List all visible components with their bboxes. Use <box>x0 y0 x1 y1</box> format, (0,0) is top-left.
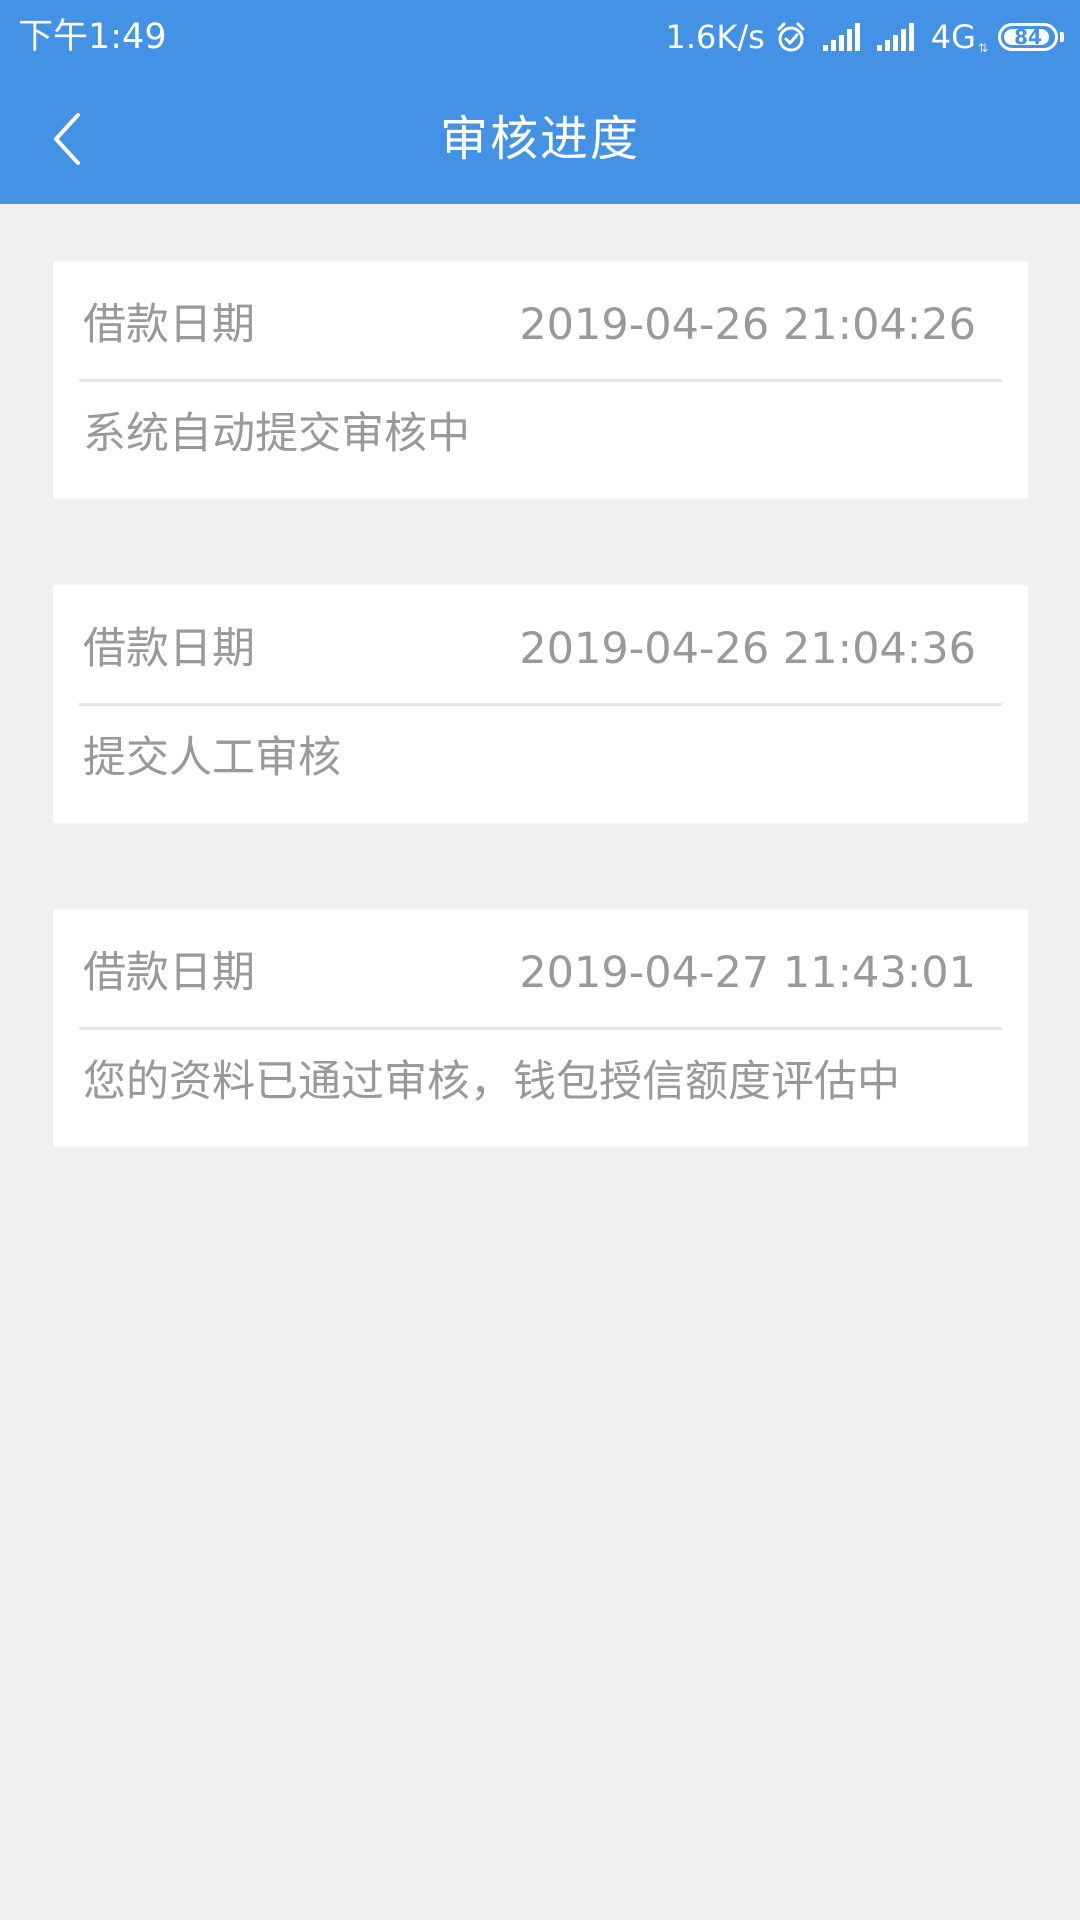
battery-tip <box>1060 32 1064 42</box>
nav-bar: 审核进度 <box>0 74 1080 204</box>
review-status-text: 提交人工审核 <box>83 733 341 783</box>
battery-level: 84 <box>1014 25 1042 49</box>
progress-card: 借款日期 2019-04-27 11:43:01 您的资料已通过审核，钱包授信额… <box>53 909 1028 1147</box>
network-type: 4G <box>930 18 976 56</box>
network-activity-icon: ⇅ <box>977 41 988 55</box>
review-status-text: 系统自动提交审核中 <box>83 409 470 459</box>
loan-date-value: 2019-04-27 11:43:01 <box>519 948 976 998</box>
app-header: 下午1:49 1.6K/s 4G ⇅ 84 审核进度 <box>0 0 1080 204</box>
card-header-row: 借款日期 2019-04-27 11:43:01 <box>79 909 1002 1030</box>
status-indicators: 1.6K/s 4G ⇅ 84 <box>665 14 1064 60</box>
loan-date-label: 借款日期 <box>83 624 255 674</box>
status-time: 下午1:49 <box>18 17 167 57</box>
card-header-row: 借款日期 2019-04-26 21:04:26 <box>79 261 1002 382</box>
signal-icon <box>876 23 917 51</box>
signal-icon <box>822 23 863 51</box>
status-bar: 下午1:49 1.6K/s 4G ⇅ 84 <box>0 0 1080 74</box>
progress-card: 借款日期 2019-04-26 21:04:36 提交人工审核 <box>53 585 1028 823</box>
loan-date-label: 借款日期 <box>83 300 255 350</box>
progress-card: 借款日期 2019-04-26 21:04:26 系统自动提交审核中 <box>53 261 1028 499</box>
alarm-icon <box>775 21 807 53</box>
loan-date-value: 2019-04-26 21:04:36 <box>519 624 976 674</box>
battery-icon: 84 <box>998 23 1058 51</box>
loan-date-value: 2019-04-26 21:04:26 <box>519 300 976 350</box>
network-speed: 1.6K/s <box>665 18 765 56</box>
page-title: 审核进度 <box>439 111 640 167</box>
loan-date-label: 借款日期 <box>83 948 255 998</box>
card-header-row: 借款日期 2019-04-26 21:04:36 <box>79 585 1002 706</box>
review-status-text: 您的资料已通过审核，钱包授信额度评估中 <box>83 1057 900 1107</box>
